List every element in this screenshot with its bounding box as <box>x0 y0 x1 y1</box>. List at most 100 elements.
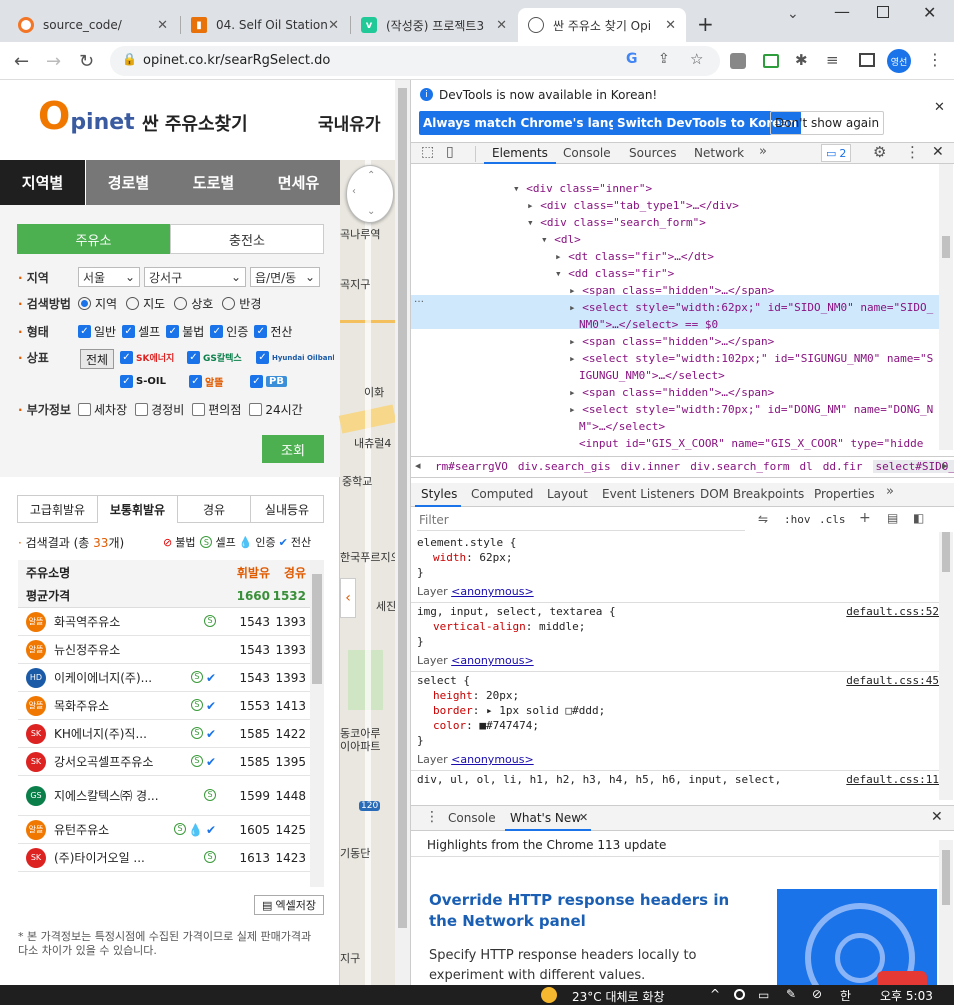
tab-gas-station[interactable]: 주유소 <box>17 224 170 254</box>
more-tabs-icon[interactable]: » <box>759 144 767 159</box>
record-icon[interactable] <box>734 989 745 1000</box>
brand-sk[interactable]: ✓ SK에너지 <box>120 351 178 364</box>
table-row[interactable]: 알뜰 유턴주유소 S 💧 ✔ 1605 1425 <box>18 816 310 844</box>
extension-avatar-icon[interactable] <box>730 53 746 69</box>
method-option-radius[interactable]: 반경 <box>222 295 261 312</box>
page-scrollbar[interactable] <box>395 80 410 985</box>
browser-tab-active[interactable]: 싼 주유소 찾기 Opi ✕ <box>518 8 686 42</box>
tab-charging-station[interactable]: 충전소 <box>170 224 324 254</box>
method-option-region[interactable]: 지역 <box>78 295 117 312</box>
method-option-name[interactable]: 상호 <box>174 295 213 312</box>
map-pan-control[interactable]: ⌃ ‹ ⌄ <box>346 165 394 223</box>
share-icon[interactable]: ⇪ <box>658 51 670 67</box>
back-arrow-icon[interactable]: ← <box>14 51 29 72</box>
station-name[interactable]: 유턴주유소 <box>54 821 171 838</box>
expand-arrow-icon[interactable]: ▸ <box>527 199 540 212</box>
dong-select[interactable]: 읍/면/동 ⌄ <box>250 267 320 287</box>
tab-network[interactable]: Network <box>694 146 744 160</box>
expand-arrow-icon[interactable]: ▾ <box>555 267 568 280</box>
form-option-general[interactable]: ✓ 일반 <box>78 323 116 340</box>
brand-all-button[interactable]: 전체 <box>80 349 114 369</box>
devtools-menu-icon[interactable]: ⋮ <box>905 143 920 161</box>
extension-green-icon[interactable] <box>763 54 779 68</box>
layer-link[interactable]: <anonymous> <box>451 585 534 598</box>
tab-dom-breakpoints[interactable]: DOM Breakpoints <box>700 487 804 501</box>
dom-node-line[interactable]: ▾ <div class="inner"> <box>513 180 652 197</box>
whats-new-title[interactable]: Override HTTP response headers in the Ne… <box>429 890 759 932</box>
side-panel-icon[interactable] <box>859 53 875 67</box>
dom-node-line[interactable]: NM0">…</select> == $0 <box>579 316 718 333</box>
issues-badge[interactable]: ▭ 2 <box>821 144 852 162</box>
kebab-menu-icon[interactable]: ⋮ <box>927 50 943 69</box>
form-option-certified[interactable]: ✓ 인증 <box>210 323 248 340</box>
form-option-computerized[interactable]: ✓ 전산 <box>254 323 292 340</box>
close-icon[interactable]: ✕ <box>579 811 588 824</box>
css-declaration[interactable]: height: 20px; <box>433 689 519 703</box>
pan-down-icon[interactable]: ⌄ <box>367 206 375 217</box>
scrollbar-thumb[interactable] <box>312 574 322 684</box>
drawer-menu-icon[interactable]: ⋮ <box>425 809 439 825</box>
breadcrumb-item[interactable]: div.search_gis <box>518 460 611 473</box>
close-window-icon[interactable]: ✕ <box>923 3 936 22</box>
css-selector[interactable]: div, ul, ol, li, h1, h2, h3, h4, h5, h6,… <box>417 773 781 787</box>
tab-properties[interactable]: Properties <box>814 487 875 501</box>
tab-route[interactable]: 경로별 <box>86 160 171 205</box>
tab-computed[interactable]: Computed <box>471 487 533 501</box>
layer-link[interactable]: <anonymous> <box>451 654 534 667</box>
css-selector[interactable]: img, input, select, textarea { <box>417 605 616 619</box>
media-queue-icon[interactable]: ≡ <box>826 51 839 69</box>
dom-node-line[interactable]: ▸ <dt class="fir">…</dt> <box>555 248 714 265</box>
extra-option-24h[interactable]: 24시간 <box>249 401 303 418</box>
dont-show-again-button[interactable]: Don't show again <box>770 111 885 135</box>
expand-arrow-icon[interactable]: ▸ <box>569 403 582 416</box>
reload-icon[interactable]: ↻ <box>79 51 94 72</box>
station-name[interactable]: (주)타이거오일 ... <box>54 849 201 866</box>
tab-taxfree[interactable]: 면세유 <box>256 160 341 205</box>
table-row[interactable]: 알뜰 목화주유소 S ✔ 1553 1413 <box>18 692 310 720</box>
css-declaration[interactable]: width: 62px; <box>433 551 513 565</box>
puzzle-icon[interactable]: ✱ <box>795 51 808 69</box>
tab-premium-gasoline[interactable]: 고급휘발유 <box>17 495 98 523</box>
dom-node-line[interactable]: ▸ <div class="tab_type1">…</div> <box>527 197 739 214</box>
breadcrumb-item[interactable]: dl <box>800 460 813 473</box>
tab-styles[interactable]: Styles <box>421 487 457 501</box>
forward-arrow-icon[interactable]: → <box>46 51 61 72</box>
close-icon[interactable]: ✕ <box>157 18 168 33</box>
drawer-tab-console[interactable]: Console <box>448 811 496 825</box>
scrollbar-thumb[interactable] <box>942 850 950 905</box>
brand-gs[interactable]: ✓ GS칼텍스 <box>187 351 247 364</box>
list-scrollbar[interactable] <box>310 560 324 887</box>
form-option-illegal[interactable]: ✓ 불법 <box>166 323 204 340</box>
dom-node-line[interactable]: ▾ <dd class="fir"> <box>555 265 674 282</box>
ime-indicator[interactable]: 한 <box>840 987 851 1004</box>
tab-region[interactable]: 지역별 <box>0 160 85 205</box>
tab-regular-gasoline[interactable]: 보통휘발유 <box>97 495 178 523</box>
css-source-link[interactable]: default.css:52 <box>846 605 939 618</box>
sidebar-toggle-icon[interactable]: ◧ <box>913 511 924 525</box>
dom-scrollbar[interactable] <box>939 164 953 450</box>
dom-node-line[interactable]: ▸ <select style="width:70px;" id="DONG_N… <box>569 401 933 418</box>
dom-node-line[interactable]: ▾ <div class="search_form"> <box>527 214 706 231</box>
station-name[interactable]: 화곡역주유소 <box>54 613 201 630</box>
browser-tab[interactable]: ▮ 04. Self Oil Station ✕ <box>181 8 349 42</box>
close-icon[interactable]: ✕ <box>496 18 507 33</box>
dom-node-line[interactable]: IGUNGU_NM0">…</select> <box>579 367 725 384</box>
dom-node-line[interactable]: ▸ <select style="width:62px;" id="SIDO_N… <box>569 299 933 316</box>
dom-node-line[interactable]: ▸ <span class="hidden">…</span> <box>569 333 774 350</box>
css-selector[interactable]: select { <box>417 674 470 688</box>
extra-option-maintenance[interactable]: 경정비 <box>135 401 184 418</box>
expand-arrow-icon[interactable]: ▾ <box>541 233 554 246</box>
breadcrumb-item[interactable]: div.inner <box>621 460 681 473</box>
device-toolbar-icon[interactable]: ▯ <box>446 144 454 160</box>
css-declaration[interactable]: border: ▸ 1px solid □#ddd; <box>433 704 605 718</box>
drawer-tab-whats-new[interactable]: What's New <box>510 811 581 825</box>
dom-node-line[interactable]: ▾ <dl> <box>541 231 581 248</box>
table-row[interactable]: SK 강서오곡셀프주유소 S ✔ 1585 1395 <box>18 748 310 776</box>
method-option-map[interactable]: 지도 <box>126 295 165 312</box>
tab-road[interactable]: 도로별 <box>171 160 256 205</box>
browser-tab[interactable]: v (작성중) 프로젝트3 ✕ <box>351 8 517 42</box>
pan-up-icon[interactable]: ⌃ <box>367 170 375 181</box>
search-button[interactable]: 조회 <box>262 435 324 463</box>
table-row[interactable]: SK (주)타이거오일 ... S 1613 1423 <box>18 844 310 872</box>
new-tab-button[interactable]: + <box>697 12 714 36</box>
